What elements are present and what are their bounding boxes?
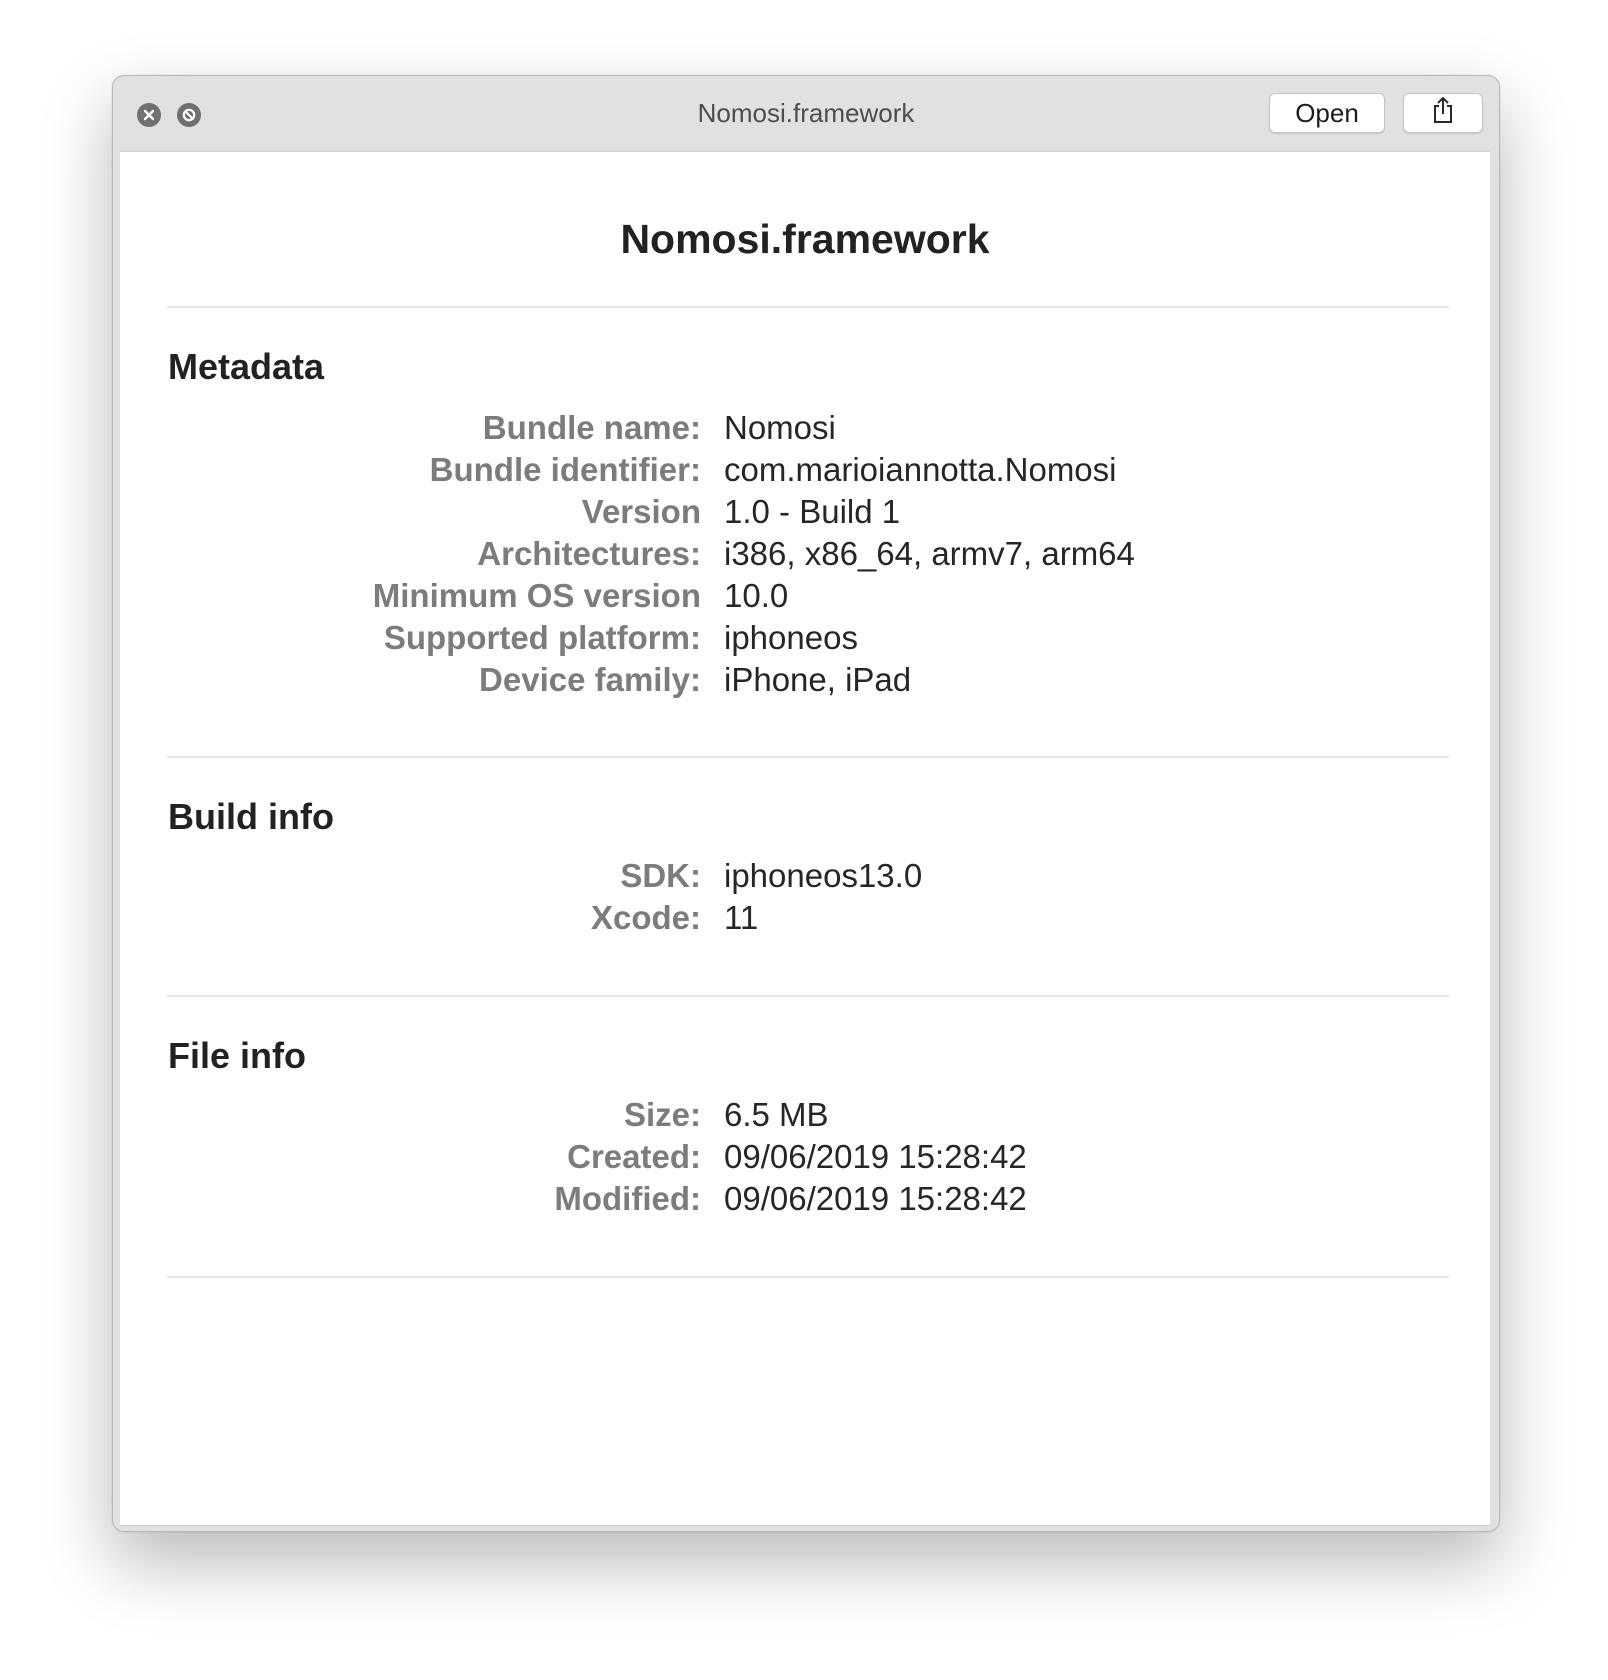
row-label: SDK: [620, 857, 701, 894]
row-label: Size: [623, 1096, 701, 1133]
metadata-row: Architectures: i386, x86_64, armv7, arm6… [120, 532, 1490, 576]
row-value: 6.5 MB [724, 1096, 829, 1133]
metadata-row: Device family: iPhone, iPad [120, 658, 1490, 702]
metadata-row: Version 1.0 - Build 1 [120, 490, 1490, 534]
row-value: iPhone, iPad [724, 661, 912, 698]
row-label: Bundle identifier: [429, 451, 701, 488]
row-value: Nomosi [724, 409, 836, 446]
metadata-row: Bundle name: Nomosi [120, 406, 1490, 450]
share-button[interactable] [1403, 93, 1483, 133]
row-value: iphoneos [724, 619, 858, 656]
metadata-row: Supported platform: iphoneos [120, 616, 1490, 660]
title-bar: Nomosi.framework Open [113, 76, 1499, 151]
row-value: 10.0 [724, 577, 789, 614]
row-value: 09/06/2019 15:28:42 [724, 1138, 1027, 1175]
row-value: 09/06/2019 15:28:42 [724, 1180, 1027, 1217]
divider [167, 756, 1449, 758]
row-label: Modified: [554, 1180, 701, 1217]
row-label: Supported platform: [383, 619, 701, 656]
row-label: Minimum OS version [372, 577, 701, 614]
row-value: iphoneos13.0 [724, 857, 923, 894]
row-label: Architectures: [477, 535, 701, 572]
file-info-row: Size: 6.5 MB [120, 1093, 1490, 1137]
section-title-file-info: File info [168, 1035, 306, 1076]
row-value: i386, x86_64, armv7, arm64 [724, 535, 1135, 572]
metadata-row: Minimum OS version 10.0 [120, 574, 1490, 618]
build-info-row: SDK: iphoneos13.0 [120, 854, 1490, 898]
divider [167, 1276, 1449, 1278]
row-label: Xcode: [590, 899, 701, 936]
document-title: Nomosi.framework [620, 216, 990, 262]
quicklook-window: Nomosi.framework Open Nomosi.framework M… [112, 75, 1500, 1532]
metadata-row: Bundle identifier: com.marioiannotta.Nom… [120, 448, 1490, 492]
file-info-row: Created: 09/06/2019 15:28:42 [120, 1135, 1490, 1179]
divider [167, 995, 1449, 997]
row-label: Created: [567, 1138, 701, 1175]
build-info-row: Xcode: 11 [120, 896, 1490, 940]
file-info-row: Modified: 09/06/2019 15:28:42 [120, 1177, 1490, 1221]
row-value: 11 [724, 899, 759, 936]
row-value: com.marioiannotta.Nomosi [724, 451, 1117, 488]
row-label: Version [581, 493, 701, 530]
row-label: Bundle name: [482, 409, 701, 446]
divider [167, 306, 1449, 308]
open-button[interactable]: Open [1269, 93, 1385, 133]
row-label: Device family: [479, 661, 701, 698]
row-value: 1.0 - Build 1 [724, 493, 901, 530]
section-title-metadata: Metadata [168, 346, 325, 387]
section-title-build-info: Build info [168, 796, 334, 837]
share-icon [1431, 96, 1455, 131]
preview-content: Nomosi.framework Metadata Bundle name: N… [120, 151, 1490, 1526]
